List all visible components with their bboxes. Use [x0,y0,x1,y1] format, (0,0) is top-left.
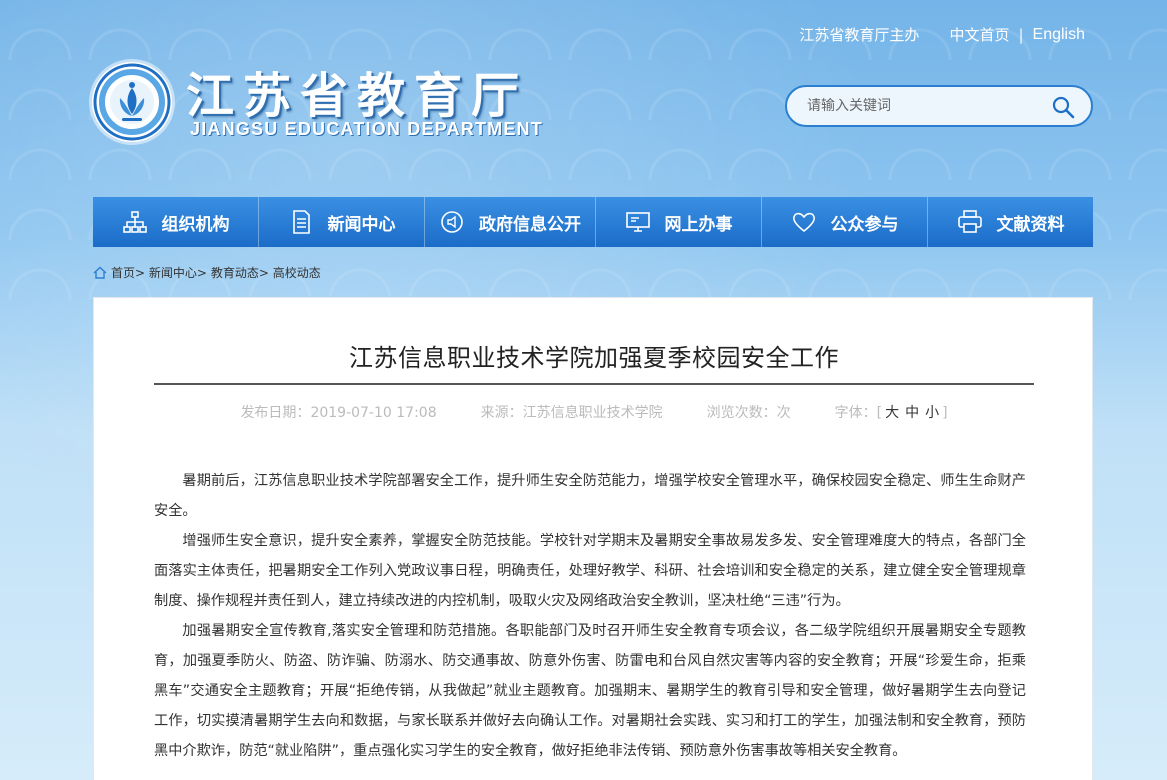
publish-date: 2019-07-10 17:08 [310,405,437,421]
home-icon [93,266,107,279]
speaker-icon [441,211,463,233]
nav-item-news[interactable]: 新闻中心 [259,197,425,247]
views-unit: 次 [776,405,791,421]
breadcrumb-edu[interactable]: 教育动态 [211,264,259,281]
breadcrumb-sep: > [135,265,146,280]
views-meta: 浏览次数：次 [707,402,791,422]
nav-item-org[interactable]: 组织机构 [93,197,259,247]
title-divider [154,383,1034,385]
article-meta: 发布日期：2019-07-10 17:08 来源：江苏信息职业技术学院 浏览次数… [94,402,1094,422]
search-icon[interactable] [1051,95,1075,119]
org-chart-icon [122,211,147,233]
font-size-control: 字体：[大中小] [834,405,948,421]
nav-label: 组织机构 [161,214,230,235]
breadcrumb-sep: > [258,265,269,280]
heart-icon [792,212,815,233]
logo-emblem-icon[interactable] [92,62,172,142]
font-large-button[interactable]: 大 [885,405,899,421]
breadcrumb: 首页 > 新闻中心 > 教育动态 > 高校动态 [93,264,321,281]
article-title: 江苏信息职业技术学院加强夏季校园安全工作 [349,344,839,372]
article-body: 暑期前后，江苏信息职业技术学院部署安全工作，提升师生安全防范能力，增强学校安全管… [154,466,1026,766]
english-link[interactable]: English [1033,26,1085,44]
document-icon [292,210,310,234]
monitor-icon [625,212,650,232]
printer-icon [957,210,982,233]
background-wave-pattern [0,0,1167,300]
font-small-button[interactable]: 小 [925,405,939,421]
nav-label: 新闻中心 [327,214,396,235]
logo-subtitle: JIANGSU EDUCATION DEPARTMENT [190,119,543,139]
nav-label: 网上办事 [664,214,733,235]
article-panel: 江苏信息职业技术学院加强夏季校园安全工作 发布日期：2019-07-10 17:… [93,297,1093,780]
lang-separator: | [1018,25,1024,44]
nav-label: 文献资料 [996,214,1065,235]
article-paragraph: 增强师生安全意识，提升安全素养，掌握安全防范技能。学校针对学期末及暑期安全事故易… [154,533,1026,609]
main-nav: 组织机构 新闻中心 政府信息公开 网上办事 公众参与 文献资料 [93,197,1093,247]
host-text: 江苏省教育厅主办 [799,26,920,44]
views-label: 浏览次数： [706,405,777,421]
nav-label: 政府信息公开 [479,214,581,235]
article-paragraph: 加强暑期安全宣传教育,落实安全管理和防范措施。各职能部门及时召开师生安全教育专项… [154,623,1026,759]
breadcrumb-home[interactable]: 首页 [111,264,135,281]
nav-label: 公众参与 [830,214,899,235]
source-value: 江苏信息职业技术学院 [522,405,663,421]
source-label: 来源： [480,405,523,421]
publish-date-meta: 发布日期：2019-07-10 17:08 [240,402,436,422]
chinese-home-link[interactable]: 中文首页 [949,24,1009,45]
font-label: 字体： [834,405,877,421]
top-bar: 江苏省教育厅主办 中文首页 | English [799,24,1085,45]
nav-item-gov-info[interactable]: 政府信息公开 [425,197,596,247]
search-input[interactable] [807,98,1037,114]
nav-item-literature[interactable]: 文献资料 [928,197,1093,247]
article-paragraph: 暑期前后，江苏信息职业技术学院部署安全工作，提升师生安全防范能力，增强学校安全管… [154,473,1026,519]
logo-title: 江苏省教育厅 [186,68,529,124]
breadcrumb-current[interactable]: 高校动态 [273,264,321,281]
nav-item-public[interactable]: 公众参与 [762,197,928,247]
source-meta: 来源：江苏信息职业技术学院 [481,402,663,422]
breadcrumb-news[interactable]: 新闻中心 [149,264,197,281]
publish-label: 发布日期： [240,405,311,421]
search-box [785,85,1093,127]
nav-item-online-service[interactable]: 网上办事 [596,197,762,247]
breadcrumb-sep: > [196,265,207,280]
font-medium-button[interactable]: 中 [905,405,919,421]
